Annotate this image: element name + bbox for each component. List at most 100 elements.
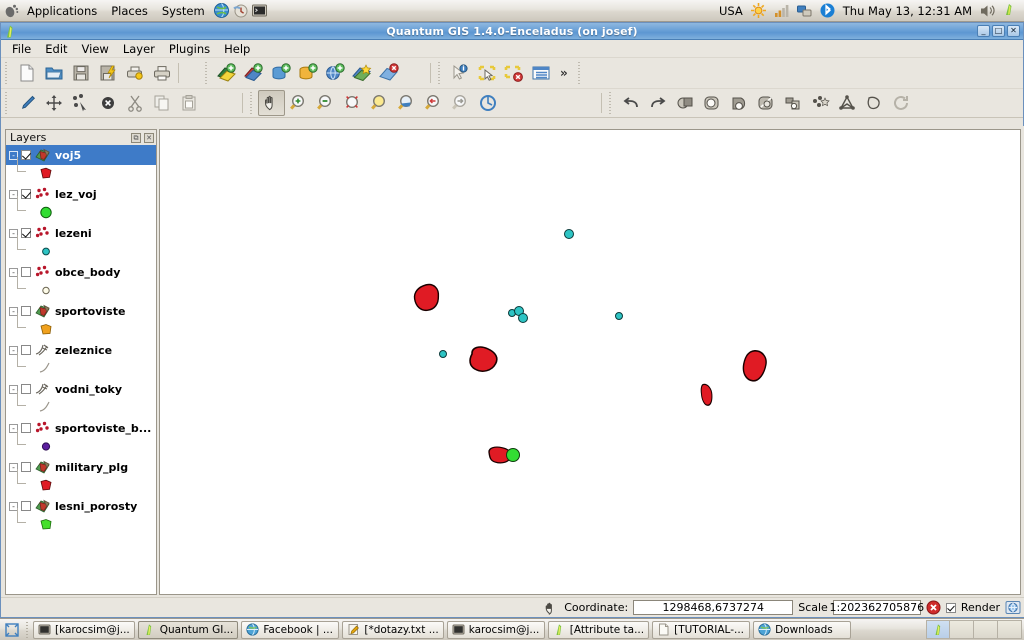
tray-slot[interactable] [974, 620, 998, 639]
menu-applications[interactable]: Applications [20, 2, 104, 20]
layer-tree[interactable]: - voj5 - lez_voj - lezeni - obce_body - sportovis… [6, 145, 156, 594]
layer-item-vodni_toky[interactable]: - vodni_toky [6, 379, 156, 399]
copy-features-button[interactable] [148, 90, 175, 116]
save-project-as-button[interactable] [94, 60, 121, 86]
print-composer-button[interactable] [121, 60, 148, 86]
scale-field[interactable]: 1:202362705876 [829, 600, 924, 615]
undo-button[interactable] [617, 90, 644, 116]
zoom-to-selection-button[interactable] [366, 90, 393, 116]
layer-item-lez_voj[interactable]: - lez_voj [6, 184, 156, 204]
layer-item-zeleznice[interactable]: - zeleznice [6, 340, 156, 360]
redo-button[interactable] [644, 90, 671, 116]
zoom-to-layer-button[interactable] [393, 90, 420, 116]
menu-edit[interactable]: Edit [38, 41, 74, 57]
remove-layer-button[interactable] [375, 60, 402, 86]
ftools-clip-button[interactable] [752, 90, 779, 116]
brightness-icon[interactable] [750, 2, 767, 19]
layer-item-lezeni[interactable]: - lezeni [6, 223, 156, 243]
taskbar-item[interactable]: Downloads [753, 620, 852, 639]
toolbar-overflow-button[interactable]: » [554, 66, 574, 80]
menu-layer[interactable]: Layer [116, 41, 162, 57]
tray-slot[interactable] [998, 620, 1022, 639]
close-button[interactable]: ✕ [1007, 25, 1020, 37]
menu-file[interactable]: File [5, 41, 38, 57]
save-project-button[interactable] [67, 60, 94, 86]
layer-item-obce_body[interactable]: - obce_body [6, 262, 156, 282]
bluetooth-icon[interactable] [819, 2, 836, 19]
layer-item-voj5[interactable]: - voj5 [6, 145, 156, 165]
toolbar-grip[interactable] [576, 62, 583, 84]
network-manager-icon[interactable] [796, 2, 813, 19]
ftools-points-button[interactable] [806, 90, 833, 116]
toolbar-grip[interactable] [437, 62, 443, 84]
taskbar-item[interactable]: [TUTORIAL-... [652, 620, 751, 639]
update-manager-icon[interactable] [232, 2, 249, 19]
tray-slot[interactable] [950, 620, 974, 639]
zoom-last-button[interactable] [420, 90, 447, 116]
layer-item-sportoviste[interactable]: - sportoviste [6, 301, 156, 321]
taskbar-grip[interactable] [25, 621, 30, 638]
keyboard-layout-indicator[interactable]: USA [717, 4, 745, 18]
close-panel-button[interactable]: ✕ [144, 132, 154, 143]
ftools-dissolve-button[interactable] [887, 90, 914, 116]
toolbar-grip[interactable] [4, 62, 10, 84]
taskbar-item[interactable]: Facebook | ... [241, 620, 340, 639]
menu-view[interactable]: View [75, 41, 116, 57]
ftools-symdifference-button[interactable] [779, 90, 806, 116]
layer-item-sportoviste_b[interactable]: - sportoviste_b... [6, 418, 156, 438]
menu-help[interactable]: Help [217, 41, 257, 57]
coordinate-field[interactable]: 1298468,6737274 [633, 600, 794, 615]
zoom-full-button[interactable] [339, 90, 366, 116]
deselect-features-button[interactable] [500, 60, 527, 86]
zoom-next-button[interactable] [447, 90, 474, 116]
select-features-button[interactable] [473, 60, 500, 86]
taskbar-item[interactable]: [Attribute ta... [547, 620, 650, 639]
terminal-icon[interactable] [251, 2, 268, 19]
add-postgis-layer-button[interactable] [267, 60, 294, 86]
layer-item-lesni_porosty[interactable]: - lesni_porosty [6, 496, 156, 516]
menu-system[interactable]: System [155, 2, 212, 20]
float-panel-button[interactable]: ⧉ [131, 132, 141, 143]
network-signal-icon[interactable] [773, 2, 790, 19]
cut-features-button[interactable] [121, 90, 148, 116]
coordinate-toggle-icon[interactable] [543, 601, 559, 615]
toolbar-grip[interactable] [249, 92, 255, 114]
ftools-convexhull-button[interactable] [860, 90, 887, 116]
delete-selected-button[interactable] [94, 90, 121, 116]
node-tool-button[interactable] [67, 90, 94, 116]
qgis-tray-icon[interactable] [1002, 2, 1019, 19]
menu-plugins[interactable]: Plugins [162, 41, 217, 57]
layer-item-military_plg[interactable]: - military_plg [6, 457, 156, 477]
clock[interactable]: Thu May 13, 12:31 AM [841, 4, 974, 18]
open-attribute-table-button[interactable] [527, 60, 554, 86]
minimize-button[interactable]: _ [977, 25, 990, 37]
refresh-button[interactable] [474, 90, 501, 116]
toolbar-grip[interactable] [608, 92, 614, 114]
qgis-tray-icon[interactable] [926, 620, 950, 639]
identify-features-button[interactable] [446, 60, 473, 86]
add-spatialite-layer-button[interactable] [294, 60, 321, 86]
maximize-button[interactable]: □ [992, 25, 1005, 37]
ftools-buffer-button[interactable] [698, 90, 725, 116]
taskbar-item[interactable]: [karocsim@j... [33, 620, 135, 639]
taskbar-item[interactable]: [*dotazy.txt ... [342, 620, 444, 639]
volume-icon[interactable] [979, 2, 996, 19]
ftools-delaunay-button[interactable] [833, 90, 860, 116]
open-project-button[interactable] [40, 60, 67, 86]
paste-features-button[interactable] [175, 90, 202, 116]
taskbar-item[interactable]: karocsim@j... [446, 620, 545, 639]
zoom-in-button[interactable] [285, 90, 312, 116]
add-raster-layer-button[interactable] [240, 60, 267, 86]
show-desktop-icon[interactable] [2, 621, 22, 639]
new-project-button[interactable] [13, 60, 40, 86]
window-titlebar[interactable]: Quantum GIS 1.4.0-Enceladus (on josef) _… [1, 23, 1023, 40]
projection-icon[interactable] [1005, 600, 1021, 615]
map-canvas[interactable] [159, 129, 1021, 595]
stop-render-icon[interactable] [926, 600, 941, 615]
add-vector-layer-button[interactable] [213, 60, 240, 86]
zoom-out-button[interactable] [312, 90, 339, 116]
ftools-intersect-button[interactable] [671, 90, 698, 116]
add-wms-layer-button[interactable] [321, 60, 348, 86]
toolbar-grip[interactable] [204, 62, 210, 84]
taskbar-item[interactable]: Quantum GI... [137, 620, 239, 639]
